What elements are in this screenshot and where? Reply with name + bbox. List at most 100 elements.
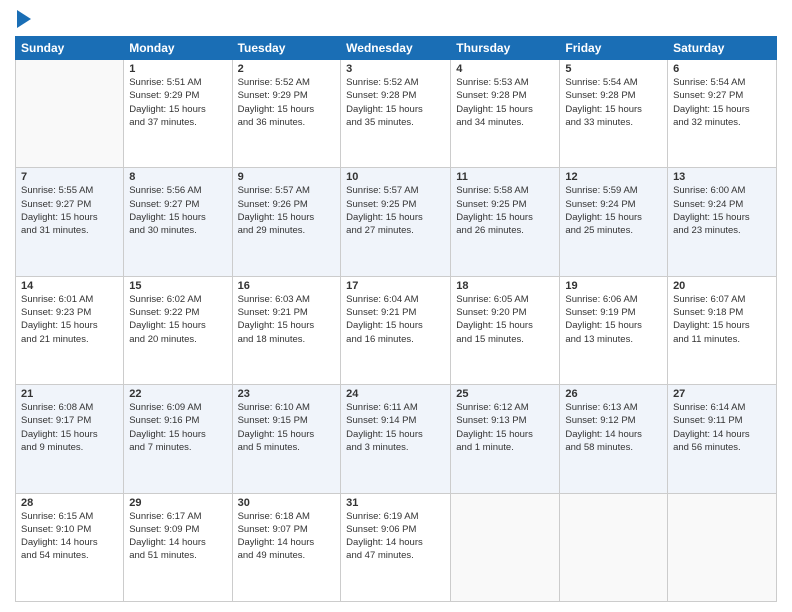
calendar-cell: 30Sunrise: 6:18 AMSunset: 9:07 PMDayligh…: [232, 493, 341, 601]
day-number: 23: [238, 388, 336, 400]
day-info: Sunrise: 5:52 AMSunset: 9:28 PMDaylight:…: [346, 76, 445, 129]
daylight-text: Daylight: 15 hours and 16 minutes.: [346, 319, 445, 346]
calendar-cell: 21Sunrise: 6:08 AMSunset: 9:17 PMDayligh…: [16, 385, 124, 493]
day-number: 12: [565, 171, 662, 183]
daylight-text: Daylight: 14 hours and 54 minutes.: [21, 536, 118, 563]
day-number: 1: [129, 63, 226, 75]
day-number: 26: [565, 388, 662, 400]
sunrise-text: Sunrise: 6:03 AM: [238, 293, 336, 306]
day-number: 3: [346, 63, 445, 75]
sunset-text: Sunset: 9:19 PM: [565, 306, 662, 319]
sunrise-text: Sunrise: 5:52 AM: [346, 76, 445, 89]
day-info: Sunrise: 6:06 AMSunset: 9:19 PMDaylight:…: [565, 293, 662, 346]
sunset-text: Sunset: 9:21 PM: [346, 306, 445, 319]
col-header-friday: Friday: [560, 37, 668, 60]
day-info: Sunrise: 5:52 AMSunset: 9:29 PMDaylight:…: [238, 76, 336, 129]
calendar-cell: 1Sunrise: 5:51 AMSunset: 9:29 PMDaylight…: [124, 60, 232, 168]
day-number: 30: [238, 497, 336, 509]
daylight-text: Daylight: 15 hours and 32 minutes.: [673, 103, 771, 130]
day-number: 20: [673, 280, 771, 292]
day-info: Sunrise: 6:14 AMSunset: 9:11 PMDaylight:…: [673, 401, 771, 454]
calendar-cell: 3Sunrise: 5:52 AMSunset: 9:28 PMDaylight…: [341, 60, 451, 168]
calendar-cell: 12Sunrise: 5:59 AMSunset: 9:24 PMDayligh…: [560, 168, 668, 276]
day-number: 4: [456, 63, 554, 75]
sunset-text: Sunset: 9:24 PM: [673, 198, 771, 211]
day-info: Sunrise: 6:00 AMSunset: 9:24 PMDaylight:…: [673, 184, 771, 237]
calendar-cell: 6Sunrise: 5:54 AMSunset: 9:27 PMDaylight…: [668, 60, 777, 168]
calendar-cell: 14Sunrise: 6:01 AMSunset: 9:23 PMDayligh…: [16, 276, 124, 384]
sunrise-text: Sunrise: 5:57 AM: [238, 184, 336, 197]
day-info: Sunrise: 5:57 AMSunset: 9:25 PMDaylight:…: [346, 184, 445, 237]
day-info: Sunrise: 6:17 AMSunset: 9:09 PMDaylight:…: [129, 510, 226, 563]
sunset-text: Sunset: 9:29 PM: [129, 89, 226, 102]
daylight-text: Daylight: 15 hours and 21 minutes.: [21, 319, 118, 346]
sunset-text: Sunset: 9:10 PM: [21, 523, 118, 536]
calendar-cell: 4Sunrise: 5:53 AMSunset: 9:28 PMDaylight…: [451, 60, 560, 168]
calendar-cell: 16Sunrise: 6:03 AMSunset: 9:21 PMDayligh…: [232, 276, 341, 384]
day-number: 5: [565, 63, 662, 75]
day-info: Sunrise: 6:11 AMSunset: 9:14 PMDaylight:…: [346, 401, 445, 454]
calendar-header-row: SundayMondayTuesdayWednesdayThursdayFrid…: [16, 37, 777, 60]
calendar-cell: 25Sunrise: 6:12 AMSunset: 9:13 PMDayligh…: [451, 385, 560, 493]
daylight-text: Daylight: 15 hours and 13 minutes.: [565, 319, 662, 346]
daylight-text: Daylight: 15 hours and 7 minutes.: [129, 428, 226, 455]
sunset-text: Sunset: 9:27 PM: [21, 198, 118, 211]
sunrise-text: Sunrise: 5:55 AM: [21, 184, 118, 197]
sunrise-text: Sunrise: 6:00 AM: [673, 184, 771, 197]
day-info: Sunrise: 6:02 AMSunset: 9:22 PMDaylight:…: [129, 293, 226, 346]
sunrise-text: Sunrise: 5:56 AM: [129, 184, 226, 197]
day-number: 13: [673, 171, 771, 183]
sunset-text: Sunset: 9:23 PM: [21, 306, 118, 319]
day-number: 7: [21, 171, 118, 183]
sunset-text: Sunset: 9:21 PM: [238, 306, 336, 319]
calendar-cell: 18Sunrise: 6:05 AMSunset: 9:20 PMDayligh…: [451, 276, 560, 384]
sunset-text: Sunset: 9:07 PM: [238, 523, 336, 536]
sunrise-text: Sunrise: 6:10 AM: [238, 401, 336, 414]
daylight-text: Daylight: 14 hours and 58 minutes.: [565, 428, 662, 455]
day-number: 24: [346, 388, 445, 400]
sunrise-text: Sunrise: 6:11 AM: [346, 401, 445, 414]
day-number: 25: [456, 388, 554, 400]
day-info: Sunrise: 6:12 AMSunset: 9:13 PMDaylight:…: [456, 401, 554, 454]
sunset-text: Sunset: 9:27 PM: [129, 198, 226, 211]
sunset-text: Sunset: 9:12 PM: [565, 414, 662, 427]
day-info: Sunrise: 6:08 AMSunset: 9:17 PMDaylight:…: [21, 401, 118, 454]
calendar-cell: 23Sunrise: 6:10 AMSunset: 9:15 PMDayligh…: [232, 385, 341, 493]
daylight-text: Daylight: 15 hours and 3 minutes.: [346, 428, 445, 455]
day-info: Sunrise: 6:04 AMSunset: 9:21 PMDaylight:…: [346, 293, 445, 346]
daylight-text: Daylight: 14 hours and 51 minutes.: [129, 536, 226, 563]
calendar-table: SundayMondayTuesdayWednesdayThursdayFrid…: [15, 36, 777, 602]
calendar-cell: [560, 493, 668, 601]
daylight-text: Daylight: 15 hours and 29 minutes.: [238, 211, 336, 238]
day-info: Sunrise: 6:13 AMSunset: 9:12 PMDaylight:…: [565, 401, 662, 454]
sunset-text: Sunset: 9:28 PM: [346, 89, 445, 102]
calendar-week-row: 1Sunrise: 5:51 AMSunset: 9:29 PMDaylight…: [16, 60, 777, 168]
sunrise-text: Sunrise: 6:17 AM: [129, 510, 226, 523]
day-number: 16: [238, 280, 336, 292]
calendar-cell: [451, 493, 560, 601]
daylight-text: Daylight: 14 hours and 49 minutes.: [238, 536, 336, 563]
calendar-week-row: 21Sunrise: 6:08 AMSunset: 9:17 PMDayligh…: [16, 385, 777, 493]
day-number: 19: [565, 280, 662, 292]
calendar-cell: 27Sunrise: 6:14 AMSunset: 9:11 PMDayligh…: [668, 385, 777, 493]
sunrise-text: Sunrise: 6:18 AM: [238, 510, 336, 523]
day-info: Sunrise: 6:19 AMSunset: 9:06 PMDaylight:…: [346, 510, 445, 563]
daylight-text: Daylight: 15 hours and 25 minutes.: [565, 211, 662, 238]
calendar-cell: 28Sunrise: 6:15 AMSunset: 9:10 PMDayligh…: [16, 493, 124, 601]
col-header-monday: Monday: [124, 37, 232, 60]
sunrise-text: Sunrise: 6:04 AM: [346, 293, 445, 306]
calendar-cell: 31Sunrise: 6:19 AMSunset: 9:06 PMDayligh…: [341, 493, 451, 601]
calendar-cell: 11Sunrise: 5:58 AMSunset: 9:25 PMDayligh…: [451, 168, 560, 276]
sunrise-text: Sunrise: 5:59 AM: [565, 184, 662, 197]
sunset-text: Sunset: 9:11 PM: [673, 414, 771, 427]
calendar-cell: 13Sunrise: 6:00 AMSunset: 9:24 PMDayligh…: [668, 168, 777, 276]
sunrise-text: Sunrise: 5:58 AM: [456, 184, 554, 197]
page-container: SundayMondayTuesdayWednesdayThursdayFrid…: [0, 0, 792, 612]
daylight-text: Daylight: 15 hours and 35 minutes.: [346, 103, 445, 130]
day-info: Sunrise: 5:53 AMSunset: 9:28 PMDaylight:…: [456, 76, 554, 129]
calendar-week-row: 14Sunrise: 6:01 AMSunset: 9:23 PMDayligh…: [16, 276, 777, 384]
logo-arrow-icon: [17, 10, 31, 28]
col-header-saturday: Saturday: [668, 37, 777, 60]
daylight-text: Daylight: 14 hours and 56 minutes.: [673, 428, 771, 455]
day-number: 28: [21, 497, 118, 509]
